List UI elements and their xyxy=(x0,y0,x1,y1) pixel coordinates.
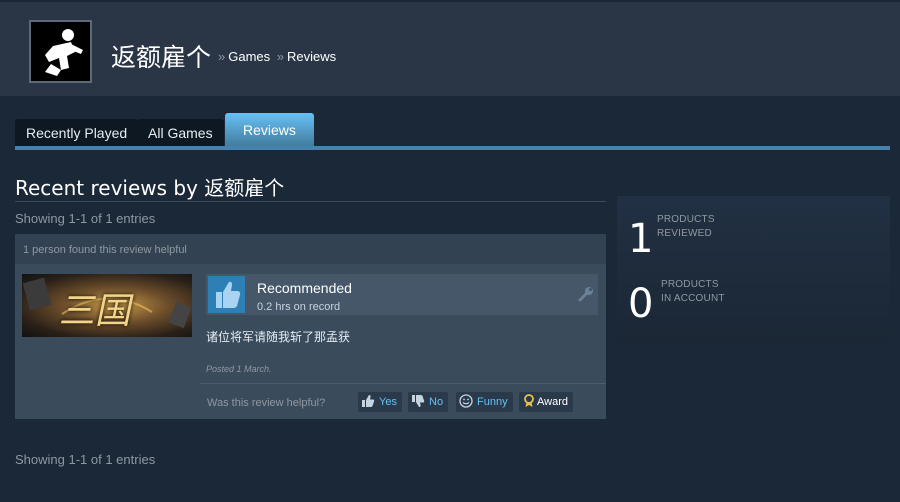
breadcrumb: » Games » Reviews xyxy=(215,49,336,64)
products-reviewed-label-line2: REVIEWED xyxy=(657,228,712,239)
vote-funny-button[interactable]: Funny xyxy=(456,392,513,412)
profile-name[interactable]: 返额雇个 xyxy=(111,38,211,74)
hours-on-record: 0.2 hrs on record xyxy=(257,301,341,313)
stats-panel: 1 PRODUCTS REVIEWED 0 PRODUCTS IN ACCOUN… xyxy=(617,196,890,344)
products-reviewed-label-line1: PRODUCTS xyxy=(657,214,715,225)
products-in-account-label-line2: IN ACCOUNT xyxy=(661,293,725,304)
game-capsule[interactable]: 三国 xyxy=(22,274,192,337)
entries-count-top: Showing 1-1 of 1 entries xyxy=(15,211,156,226)
tab-reviews[interactable]: Reviews xyxy=(225,113,314,147)
review-card: 1 person found this review helpful 三国 Re… xyxy=(15,234,606,419)
breadcrumb-reviews[interactable]: Reviews xyxy=(287,49,336,64)
tab-all-games[interactable]: All Games xyxy=(137,119,224,147)
products-in-account-label-line1: PRODUCTS xyxy=(661,279,719,290)
yes-label: Yes xyxy=(379,396,397,408)
tab-bar-divider xyxy=(15,146,890,150)
products-reviewed-label: PRODUCTS REVIEWED xyxy=(657,213,715,241)
capsule-title: 三国 xyxy=(56,291,138,332)
verdict-label: Recommended xyxy=(257,280,352,296)
thumbs-up-icon xyxy=(208,276,245,313)
thumbs-up-icon xyxy=(361,394,375,408)
breadcrumb-separator: » xyxy=(276,49,284,64)
products-in-account-count: 0 xyxy=(628,281,654,327)
award-label: Award xyxy=(537,396,568,408)
review-body: 诸位将军请随我斩了那孟获 xyxy=(206,330,351,344)
breadcrumb-games[interactable]: Games xyxy=(228,49,270,64)
wrench-icon xyxy=(577,285,595,303)
profile-header: 返额雇个 » Games » Reviews xyxy=(0,0,900,96)
breadcrumb-separator: » xyxy=(218,49,226,64)
products-in-account-label: PRODUCTS IN ACCOUNT xyxy=(661,278,725,306)
helpful-controls: Was this review helpful? Yes No Funny Aw… xyxy=(200,383,606,419)
smile-icon xyxy=(459,394,473,408)
award-ribbon-icon xyxy=(522,394,536,408)
tab-recently-played[interactable]: Recently Played xyxy=(15,119,139,147)
avatar-figure-icon xyxy=(45,29,83,76)
award-button[interactable]: Award xyxy=(519,392,573,412)
products-reviewed-count: 1 xyxy=(628,216,654,262)
helpful-question: Was this review helpful? xyxy=(207,397,326,409)
page-title: Recent reviews by 返额雇个 xyxy=(15,176,285,200)
review-verdict[interactable]: Recommended 0.2 hrs on record xyxy=(206,274,598,315)
posted-date: Posted 1 March. xyxy=(206,364,272,374)
vote-yes-button[interactable]: Yes xyxy=(358,392,402,412)
vote-no-button[interactable]: No xyxy=(408,392,449,412)
no-label: No xyxy=(429,396,444,408)
title-divider xyxy=(15,201,606,202)
thumbs-down-icon xyxy=(411,394,425,408)
funny-label: Funny xyxy=(477,396,508,408)
avatar[interactable] xyxy=(29,20,92,83)
helpful-count: 1 person found this review helpful xyxy=(15,234,606,264)
entries-count-bottom: Showing 1-1 of 1 entries xyxy=(15,452,156,467)
